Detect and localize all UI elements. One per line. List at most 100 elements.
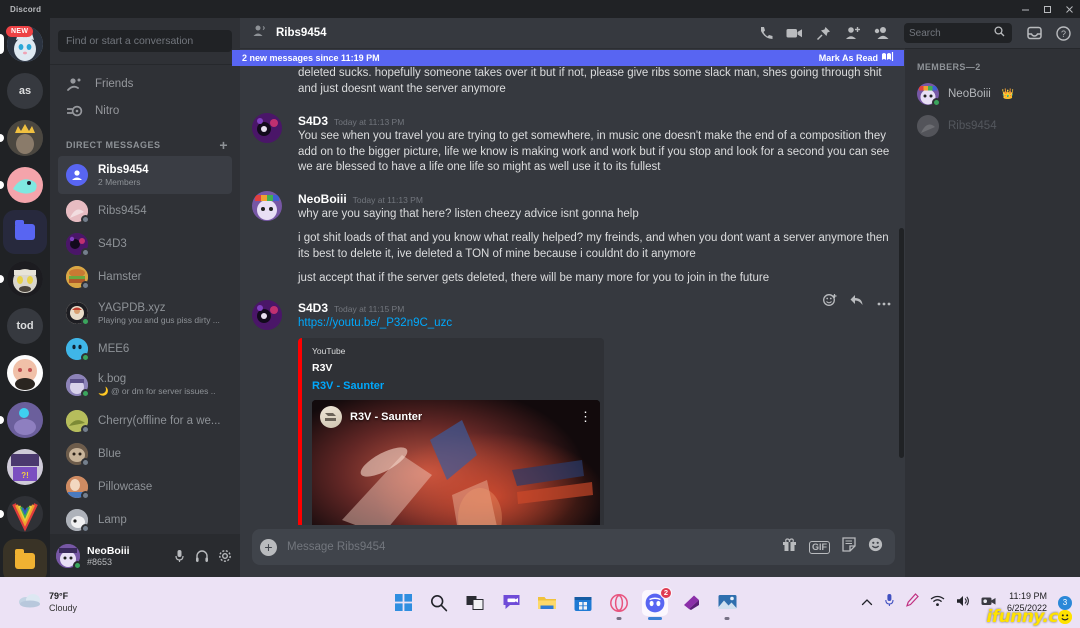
dm-item-hamster[interactable]: Hamster: [58, 261, 232, 293]
status-badge: [81, 389, 90, 398]
dm-item-blue[interactable]: Blue: [58, 438, 232, 470]
server-folder-blue[interactable]: [0, 208, 50, 255]
server-initials: as: [7, 72, 43, 109]
dm-item-lamp[interactable]: Lamp: [58, 504, 232, 536]
server-rail[interactable]: NEW as tod ?!: [0, 18, 50, 577]
unread-pill: [0, 33, 4, 54]
embed-title[interactable]: R3V - Saunter: [312, 380, 600, 392]
dm-item-ribs9454[interactable]: Ribs9454: [58, 195, 232, 227]
close-icon[interactable]: [1058, 0, 1080, 18]
avatar: [917, 115, 939, 137]
dm-item-s4d3[interactable]: S4D3: [58, 228, 232, 260]
composer-box[interactable]: + GIF: [252, 529, 895, 565]
server-icon-crown[interactable]: [0, 114, 50, 161]
message-author[interactable]: NeoBoiii: [298, 192, 347, 206]
maximize-icon[interactable]: [1036, 0, 1058, 18]
server-icon-tod[interactable]: tod: [0, 302, 50, 349]
server-folder-yellow[interactable]: [0, 537, 50, 577]
inbox-icon[interactable]: [1026, 25, 1043, 42]
reply-icon[interactable]: [850, 293, 864, 311]
sidebar-item-nitro[interactable]: Nitro: [58, 97, 232, 124]
dm-item-ribs9454-group[interactable]: Ribs9454 2 Members: [58, 156, 232, 194]
search-input[interactable]: [58, 30, 232, 52]
gif-icon[interactable]: GIF: [809, 540, 830, 554]
volume-icon[interactable]: [956, 594, 970, 612]
avatar[interactable]: [56, 543, 82, 570]
nitro-icon: [66, 104, 84, 118]
server-icon-peach-face[interactable]: [0, 349, 50, 396]
task-view-icon[interactable]: [462, 590, 488, 616]
search-icon[interactable]: [426, 590, 452, 616]
avatar[interactable]: [252, 112, 282, 143]
search-input[interactable]: [909, 27, 994, 39]
server-icon-as[interactable]: as: [0, 67, 50, 114]
sticker-icon[interactable]: [842, 537, 856, 557]
add-reaction-icon[interactable]: [823, 293, 837, 312]
member-item-ribs9454[interactable]: Ribs9454: [917, 110, 1072, 142]
server-icon-pink-axolotl[interactable]: [0, 161, 50, 208]
server-icon-rainbow-v[interactable]: [0, 490, 50, 537]
dm-item-kbog[interactable]: k.bog 🌙 @ or dm for server issues ..: [58, 366, 232, 404]
dm-item-mee6[interactable]: MEE6: [58, 333, 232, 365]
show-hidden-icons-chevron[interactable]: [861, 594, 873, 612]
gift-icon[interactable]: [782, 537, 797, 557]
message-link[interactable]: https://youtu.be/_P32n9C_uzc: [298, 316, 895, 332]
dm-search-container[interactable]: [50, 18, 240, 64]
headphones-icon[interactable]: [193, 547, 211, 565]
microsoft-store-icon[interactable]: [570, 590, 596, 616]
player-more-icon[interactable]: ⋮: [579, 410, 592, 423]
pen-tray-icon[interactable]: [905, 593, 919, 612]
status-badge: [81, 425, 90, 434]
emoji-icon[interactable]: [868, 537, 883, 557]
show-member-list-icon[interactable]: [873, 25, 890, 42]
opera-gx-icon[interactable]: [606, 590, 632, 620]
dm-item-yagpdb[interactable]: YAGPDB.xyz Playing you and gus piss dirt…: [58, 294, 232, 332]
message-text: why are you saying that here? listen che…: [298, 208, 639, 221]
pinned-messages-icon[interactable]: [815, 25, 832, 42]
discord-icon[interactable]: 2: [642, 586, 672, 620]
start-voice-call-icon[interactable]: [757, 25, 774, 42]
photos-icon[interactable]: [714, 590, 740, 620]
member-item-neoboiii[interactable]: NeoBoiii 👑: [917, 78, 1072, 110]
server-icon-gorilla[interactable]: [0, 255, 50, 302]
server-icon-purple-hero[interactable]: ?!: [0, 443, 50, 490]
avatar[interactable]: [252, 299, 282, 330]
chat-teams-icon[interactable]: [498, 590, 524, 616]
message-list[interactable]: deleted sucks. hopefully someone takes o…: [240, 48, 905, 525]
message-author[interactable]: S4D3: [298, 301, 328, 315]
upload-attachment-button[interactable]: +: [260, 538, 277, 556]
blue-folder-icon: [15, 219, 35, 240]
server-initials: tod: [7, 307, 43, 344]
member-name: NeoBoiii: [948, 88, 991, 100]
minimize-icon[interactable]: [1014, 0, 1036, 18]
search-box[interactable]: [904, 23, 1012, 43]
new-messages-bar[interactable]: 2 new messages since 11:19 PM Mark As Re…: [232, 50, 904, 66]
file-explorer-icon[interactable]: [534, 590, 560, 616]
start-button-icon[interactable]: [390, 590, 416, 616]
add-friends-to-dm-icon[interactable]: [844, 25, 861, 42]
dm-item-cherry[interactable]: Čherry(offline for a we...: [58, 405, 232, 437]
microphone-icon[interactable]: [170, 547, 188, 565]
start-video-call-icon[interactable]: [786, 25, 803, 42]
avatar[interactable]: [252, 191, 282, 222]
server-icon-home-cat[interactable]: NEW: [0, 20, 50, 67]
message-author[interactable]: S4D3: [298, 114, 328, 128]
help-icon[interactable]: ?: [1055, 25, 1072, 42]
sidebar-item-friends[interactable]: Friends: [58, 70, 232, 97]
create-dm-button[interactable]: +: [219, 138, 232, 152]
message-scrollbar-thumb[interactable]: [899, 228, 904, 458]
message-scrollbar-track[interactable]: [899, 108, 904, 525]
magnet-app-icon[interactable]: [678, 590, 704, 616]
avatar: [66, 302, 90, 326]
dm-item-pillowcase[interactable]: Pillowcase: [58, 471, 232, 503]
settings-gear-icon[interactable]: [216, 547, 234, 565]
microphone-tray-icon[interactable]: [884, 593, 895, 612]
video-player[interactable]: R3V - Saunter ⋮: [312, 399, 600, 525]
message-input[interactable]: [287, 541, 782, 553]
weather-widget[interactable]: 79°F Cloudy: [0, 591, 200, 614]
server-icon-blue-planet[interactable]: [0, 396, 50, 443]
wifi-icon[interactable]: [930, 594, 945, 612]
dm-text: YAGPDB.xyz Playing you and gus piss dirt…: [98, 302, 224, 325]
more-options-icon[interactable]: [877, 293, 891, 311]
mark-as-read-button[interactable]: Mark As Read: [819, 52, 894, 64]
